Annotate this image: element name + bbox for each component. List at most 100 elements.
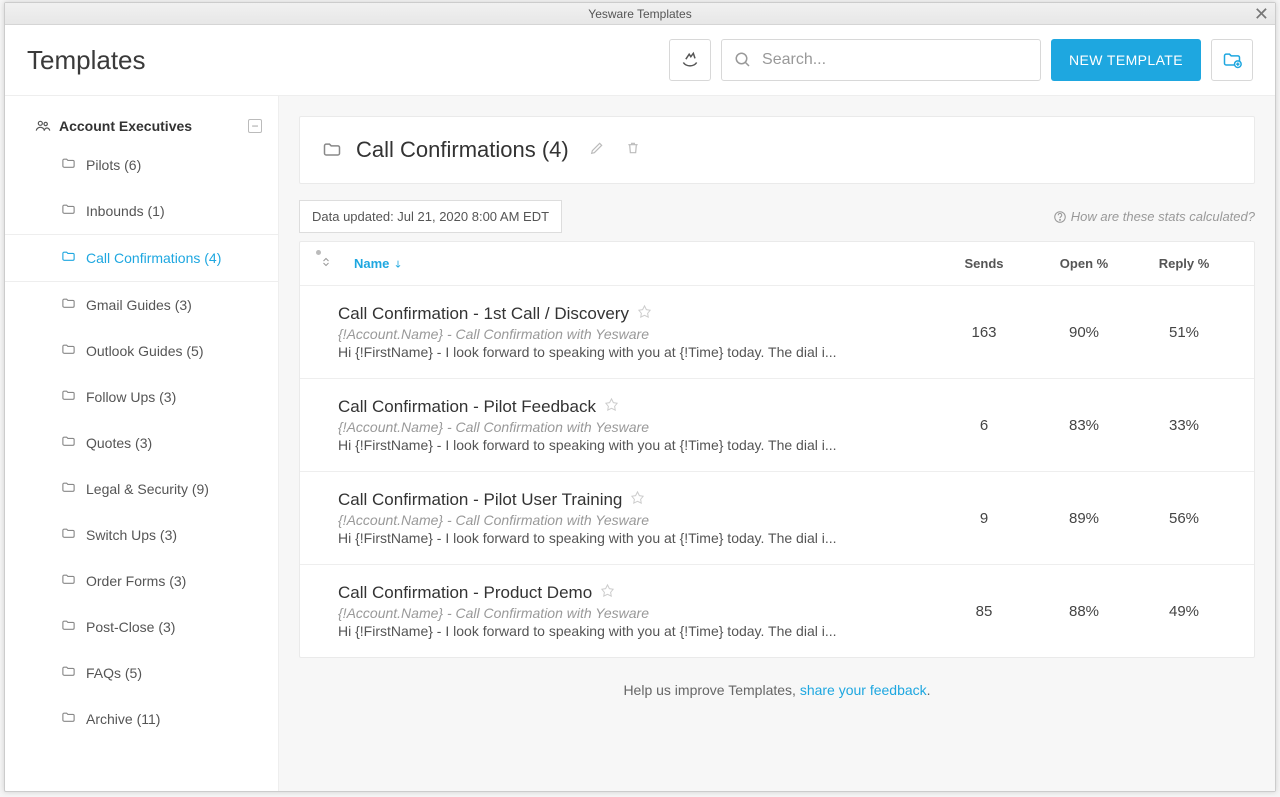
cell-sends: 9 [934,510,1034,527]
header: Templates NEW TEMPLATE [5,25,1275,96]
help-icon [1053,210,1067,224]
main: Call Confirmations (4) Data updated: Jul… [279,96,1275,791]
template-subject: {!Account.Name} - Call Confirmation with… [338,512,934,528]
cell-sends: 163 [934,324,1034,341]
panel-title: Call Confirmations (4) [356,137,569,163]
table-row[interactable]: Call Confirmation - 1st Call / Discovery… [300,286,1254,379]
sidebar-item-label: Outlook Guides (5) [86,343,204,359]
sidebar-item-label: Call Confirmations (4) [86,250,221,266]
close-icon[interactable]: ✕ [1254,3,1269,25]
sidebar-item[interactable]: Follow Ups (3) [5,374,278,420]
column-open[interactable]: Open % [1034,256,1134,271]
folder-icon [61,434,86,452]
sidebar-item-label: Switch Ups (3) [86,527,177,543]
sidebar-item-label: Legal & Security (9) [86,481,209,497]
template-title: Call Confirmation - 1st Call / Discovery [338,304,934,324]
sidebar-item[interactable]: Call Confirmations (4) [5,234,278,282]
trash-icon[interactable] [625,140,655,161]
feedback-text: Help us improve Templates, share your fe… [299,658,1255,722]
template-subject: {!Account.Name} - Call Confirmation with… [338,326,934,342]
sort-asc-icon [393,259,403,269]
cell-reply: 56% [1134,510,1234,527]
star-icon[interactable] [604,397,619,417]
sidebar-item[interactable]: Pilots (6) [5,142,278,188]
column-sends[interactable]: Sends [934,256,1034,271]
feedback-link[interactable]: share your feedback [800,682,927,698]
column-reply[interactable]: Reply % [1134,256,1234,271]
edit-icon[interactable] [589,140,619,161]
sidebar-item[interactable]: Quotes (3) [5,420,278,466]
sidebar-item-label: Gmail Guides (3) [86,297,192,313]
sidebar-item[interactable]: FAQs (5) [5,650,278,696]
sidebar-item[interactable]: Outlook Guides (5) [5,328,278,374]
collapse-icon[interactable]: − [248,119,262,133]
sidebar-item[interactable]: Archive (11) [5,696,278,742]
row-main: Call Confirmation - Pilot User Training … [320,490,934,546]
table-row[interactable]: Call Confirmation - Pilot Feedback {!Acc… [300,379,1254,472]
new-folder-button[interactable] [1211,39,1253,81]
table-row[interactable]: Call Confirmation - Product Demo {!Accou… [300,565,1254,657]
cell-sends: 6 [934,417,1034,434]
template-title: Call Confirmation - Product Demo [338,583,934,603]
sort-handle-icon[interactable] [320,256,332,271]
folder-icon [322,140,342,160]
sidebar-item[interactable]: Legal & Security (9) [5,466,278,512]
star-icon[interactable] [630,490,645,510]
sidebar-item-label: Follow Ups (3) [86,389,176,405]
folder-icon [61,296,86,314]
template-title: Call Confirmation - Pilot User Training [338,490,934,510]
body: Account Executives − Pilots (6) Inbounds … [5,96,1275,791]
folder-plus-icon [1222,50,1242,70]
sidebar-item-label: FAQs (5) [86,665,142,681]
page-title: Templates [27,45,669,76]
cell-open: 83% [1034,417,1134,434]
cell-reply: 49% [1134,603,1234,620]
wave-icon [680,50,700,70]
folder-icon [61,664,86,682]
template-body: Hi {!FirstName} - I look forward to spea… [338,530,888,546]
app-window: Yesware Templates ✕ Templates NEW TEMPLA… [4,2,1276,792]
template-subject: {!Account.Name} - Call Confirmation with… [338,605,934,621]
folder-icon [61,156,86,174]
star-icon[interactable] [600,583,615,603]
table-row[interactable]: Call Confirmation - Pilot User Training … [300,472,1254,565]
sidebar-item[interactable]: Post-Close (3) [5,604,278,650]
folder-icon [61,342,86,360]
sidebar-group[interactable]: Account Executives − [5,108,278,142]
meta-row: Data updated: Jul 21, 2020 8:00 AM EDT H… [299,200,1255,233]
table-header: Name Sends Open % Reply % [300,242,1254,286]
titlebar: Yesware Templates ✕ [5,3,1275,25]
sidebar-item[interactable]: Inbounds (1) [5,188,278,234]
template-body: Hi {!FirstName} - I look forward to spea… [338,344,888,360]
cell-open: 89% [1034,510,1134,527]
sidebar-item-label: Quotes (3) [86,435,152,451]
sidebar-item[interactable]: Gmail Guides (3) [5,282,278,328]
folder-icon [61,249,86,267]
row-main: Call Confirmation - Product Demo {!Accou… [320,583,934,639]
template-body: Hi {!FirstName} - I look forward to spea… [338,437,888,453]
sidebar-item-label: Post-Close (3) [86,619,175,635]
search-box[interactable] [721,39,1041,81]
wave-button[interactable] [669,39,711,81]
template-body: Hi {!FirstName} - I look forward to spea… [338,623,888,639]
cell-reply: 51% [1134,324,1234,341]
panel-header: Call Confirmations (4) [299,116,1255,184]
sidebar: Account Executives − Pilots (6) Inbounds … [5,96,279,791]
folder-icon [61,202,86,220]
sidebar-item[interactable]: Switch Ups (3) [5,512,278,558]
new-template-button[interactable]: NEW TEMPLATE [1051,39,1201,81]
sidebar-item-label: Order Forms (3) [86,573,186,589]
star-icon[interactable] [637,304,652,324]
row-main: Call Confirmation - Pilot Feedback {!Acc… [320,397,934,453]
folder-icon [61,388,86,406]
cell-open: 90% [1034,324,1134,341]
folder-icon [61,618,86,636]
column-name[interactable]: Name [336,256,934,271]
cell-reply: 33% [1134,417,1234,434]
search-input[interactable] [762,51,1028,69]
folder-icon [61,710,86,728]
window-title: Yesware Templates [588,7,691,21]
sidebar-item[interactable]: Order Forms (3) [5,558,278,604]
how-stats-link[interactable]: How are these stats calculated? [1053,209,1255,224]
sidebar-item-label: Pilots (6) [86,157,141,173]
